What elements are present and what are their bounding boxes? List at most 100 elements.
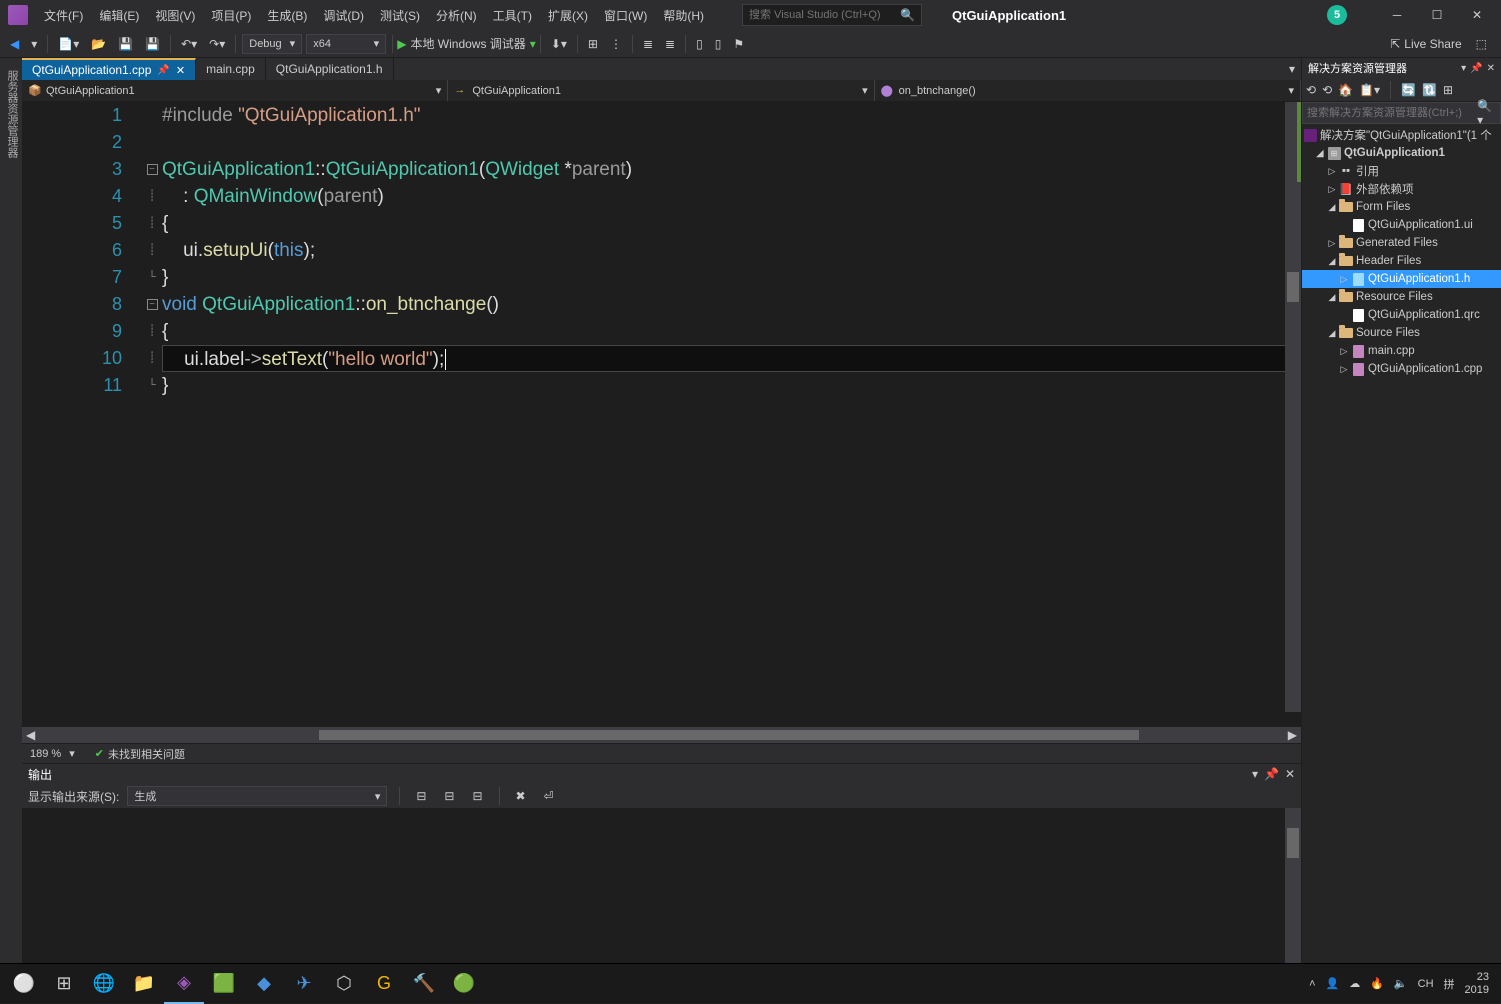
solution-tree[interactable]: 解决方案"QtGuiApplication1"(1 个 ◢⊞QtGuiAppli… [1302,124,1501,963]
tray-ime[interactable]: 拼 [1444,976,1455,992]
config-combo[interactable]: Debug▾ [242,34,302,54]
header-files-folder[interactable]: ◢Header Files [1302,252,1501,270]
output-pin-icon[interactable]: 📌 [1264,767,1279,781]
qtgui-cpp-file[interactable]: ▷QtGuiApplication1.cpp [1302,360,1501,378]
comment-btn[interactable]: ▯ [692,35,707,53]
sol-sync-icon[interactable]: 🔄 [1401,83,1416,97]
toolbar-btn1[interactable]: ⊞ [584,35,602,53]
minimize-button[interactable]: ─ [1377,0,1417,30]
menu-window[interactable]: 窗口(W) [596,3,655,28]
server-explorer-tab[interactable]: 服务器资源管理器 [2,62,22,959]
sol-refresh-icon[interactable]: 🔃 [1422,83,1437,97]
tray-people-icon[interactable]: 👤 [1326,977,1340,990]
tray-cloud-icon[interactable]: ☁ [1349,977,1360,990]
sol-scope-icon[interactable]: 📋▾ [1359,83,1380,97]
menu-view[interactable]: 视图(V) [147,3,203,28]
tab-qtgui-cpp[interactable]: QtGuiApplication1.cpp📌✕ [22,58,196,80]
tray-up-icon[interactable]: ˄ [1309,978,1315,990]
generated-files-folder[interactable]: ▷Generated Files [1302,234,1501,252]
sol-close-icon[interactable]: ✕ [1487,63,1495,74]
tabs-dropdown-icon[interactable]: ▾ [1289,62,1295,76]
uncomment-btn[interactable]: ▯ [711,35,726,53]
global-search[interactable]: 🔍 [742,4,922,26]
header-file[interactable]: ▷QtGuiApplication1.h [1302,270,1501,288]
platform-combo[interactable]: x64▾ [306,34,386,54]
qrc-file[interactable]: QtGuiApplication1.qrc [1302,306,1501,324]
app-icon-7[interactable]: 🟢 [444,964,484,1004]
outdent-btn[interactable]: ≣ [661,35,679,53]
menu-build[interactable]: 生成(B) [259,3,315,28]
output-close-icon[interactable]: ✕ [1285,767,1295,781]
form-files-folder[interactable]: ◢Form Files [1302,198,1501,216]
global-search-input[interactable] [749,9,900,21]
app-icon-2[interactable]: ◆ [244,964,284,1004]
menu-debug[interactable]: 调试(D) [315,3,372,28]
bookmark-btn[interactable]: ⚑ [729,35,748,53]
code-content[interactable]: #include "QtGuiApplication1.h" QtGuiAppl… [162,102,1301,727]
menu-tools[interactable]: 工具(T) [485,3,540,28]
step-button[interactable]: ⬇▾ [547,35,571,53]
tab-main-cpp[interactable]: main.cpp [196,58,266,80]
tray-vol-icon[interactable]: 🔈 [1394,977,1408,990]
sol-pin-icon[interactable]: 📌 [1470,63,1482,74]
solution-search-input[interactable] [1307,107,1477,119]
fold-column[interactable]: −┊┊ ┊└ −┊┊└ [142,102,162,727]
output-body[interactable] [22,808,1301,963]
open-button[interactable]: 📂 [87,35,110,53]
search-icon[interactable]: 🔍 [900,8,915,22]
edge-icon[interactable]: 🌐 [84,964,124,1004]
project-node[interactable]: ◢⊞QtGuiApplication1 [1302,144,1501,162]
references-node[interactable]: ▷▪▪引用 [1302,162,1501,180]
cortana-icon[interactable]: ⚪ [4,964,44,1004]
output-btn2[interactable]: ⊟ [440,787,458,805]
resource-files-folder[interactable]: ◢Resource Files [1302,288,1501,306]
back-button[interactable]: ◀ [6,35,23,53]
app-icon-3[interactable]: ✈ [284,964,324,1004]
sol-showall-icon[interactable]: ⊞ [1443,83,1453,97]
code-editor[interactable]: 12 34 56 78 910 11 −┊┊ ┊└ −┊┊└ #include … [22,102,1301,727]
tray-net-icon[interactable]: 🔥 [1370,977,1384,990]
undo-button[interactable]: ↶▾ [177,35,201,53]
sol-home-icon[interactable]: ⟲ [1306,83,1316,97]
sol-home2-icon[interactable]: 🏠 [1338,83,1353,97]
menu-test[interactable]: 测试(S) [372,3,428,28]
tray-lang[interactable]: CH [1418,978,1434,990]
indent-btn[interactable]: ≣ [639,35,657,53]
live-share-button[interactable]: ⇱ Live Share ⬚ [1380,37,1497,51]
close-button[interactable]: ✕ [1457,0,1497,30]
app-icon-1[interactable]: 🟩 [204,964,244,1004]
menu-analyze[interactable]: 分析(N) [428,3,485,28]
menu-project[interactable]: 项目(P) [203,3,259,28]
user-avatar[interactable]: 5 [1327,5,1347,25]
toolbox-tab[interactable]: 工具箱 [0,62,2,959]
output-source-combo[interactable]: 生成▾ [127,786,387,806]
nav-class[interactable]: →QtGuiApplication1▾ [448,80,874,101]
output-clear-icon[interactable]: ✖ [512,787,530,805]
nav-member[interactable]: ⬤on_btnchange()▾ [875,80,1301,101]
output-btn3[interactable]: ⊟ [468,787,486,805]
editor-vscrollbar[interactable] [1285,102,1301,712]
output-dropdown-icon[interactable]: ▾ [1252,767,1258,781]
solution-search[interactable]: 🔍▾ [1302,102,1501,124]
output-btn1[interactable]: ⊟ [412,787,430,805]
menu-extensions[interactable]: 扩展(X) [540,3,596,28]
redo-button[interactable]: ↷▾ [205,35,229,53]
start-debug-button[interactable]: ▶ 本地 Windows 调试器 ▾ [397,35,536,52]
maximize-button[interactable]: ☐ [1417,0,1457,30]
pin-icon[interactable]: 📌 [157,65,169,76]
app-icon-5[interactable]: G [364,964,404,1004]
save-all-button[interactable]: 💾 [141,35,164,53]
save-button[interactable]: 💾 [114,35,137,53]
nav-scope[interactable]: 📦QtGuiApplication1▾ [22,80,448,101]
solution-root[interactable]: 解决方案"QtGuiApplication1"(1 个 [1302,126,1501,144]
close-tab-icon[interactable]: ✕ [176,64,185,77]
toolbar-btn2[interactable]: ⋮ [606,35,626,53]
sol-dropdown-icon[interactable]: ▾ [1461,63,1466,74]
main-cpp-file[interactable]: ▷main.cpp [1302,342,1501,360]
app-icon-6[interactable]: 🔨 [404,964,444,1004]
vs-taskbar-icon[interactable]: ◈ [164,964,204,1004]
new-project-button[interactable]: 📄▾ [54,35,83,53]
zoom-level[interactable]: 189 % [30,748,61,760]
output-vscrollbar[interactable] [1285,808,1301,963]
app-icon-4[interactable]: ⬡ [324,964,364,1004]
